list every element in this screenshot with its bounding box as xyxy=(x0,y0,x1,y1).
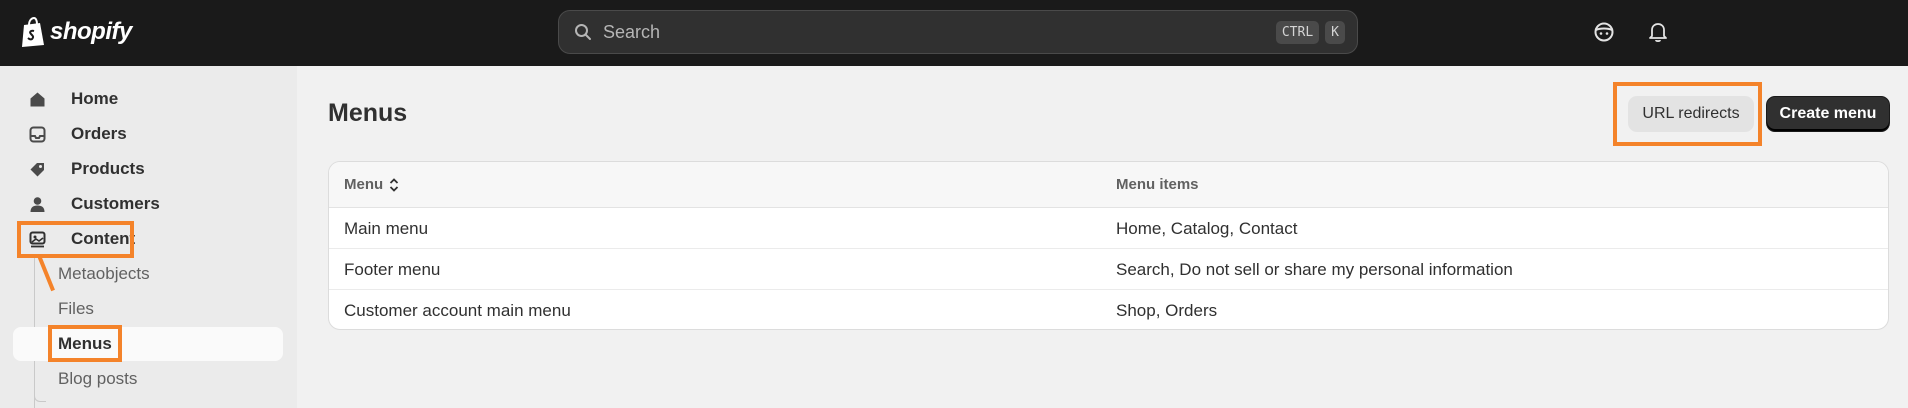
search-input[interactable] xyxy=(603,21,1270,43)
page-title: Menus xyxy=(328,99,408,127)
sidebar: Home Orders Products Customers Content M… xyxy=(0,66,297,408)
bell-icon[interactable] xyxy=(1646,20,1670,44)
menu-items-cell: Search, Do not sell or share my personal… xyxy=(1116,260,1513,279)
sidebar-item-orders[interactable]: Orders xyxy=(13,117,283,151)
menus-table: Menu Menu items Main menu Home, Catalog,… xyxy=(328,161,1889,330)
sidebar-item-customers[interactable]: Customers xyxy=(13,187,283,221)
orders-icon xyxy=(27,124,47,144)
sidebar-subitem-blog-posts[interactable]: Blog posts xyxy=(13,362,283,396)
sidebar-subitem-label: Metaobjects xyxy=(58,264,150,283)
sidebar-item-label: Orders xyxy=(71,124,127,143)
menu-name-cell: Customer account main menu xyxy=(344,301,571,320)
column-header-menu-items: Menu items xyxy=(1116,176,1199,193)
sidebar-subitem-label: Files xyxy=(58,299,94,318)
brand-name: shopify xyxy=(50,18,132,45)
sidebar-item-label: Products xyxy=(71,159,145,178)
tag-icon xyxy=(27,159,47,179)
column-header-label: Menu items xyxy=(1116,176,1199,193)
menu-items-cell: Shop, Orders xyxy=(1116,301,1218,320)
sidebar-item-home[interactable]: Home xyxy=(13,82,283,116)
sidebar-subitem-files[interactable]: Files xyxy=(13,292,283,326)
table-row[interactable]: Customer account main menu Shop, Orders xyxy=(329,290,1888,329)
table-row[interactable]: Main menu Home, Catalog, Contact xyxy=(329,208,1888,249)
person-icon xyxy=(27,194,47,214)
sidebar-item-label: Customers xyxy=(71,194,160,213)
store-assistant-icon[interactable] xyxy=(1592,20,1616,44)
shortcut-k: K xyxy=(1325,20,1345,44)
content-icon xyxy=(27,229,47,249)
sidebar-subitem-menus[interactable]: Menus xyxy=(13,327,283,361)
menu-name-cell: Main menu xyxy=(344,219,429,238)
home-icon xyxy=(27,89,47,109)
shopify-logo[interactable]: shopify xyxy=(20,15,132,49)
sidebar-item-products[interactable]: Products xyxy=(13,152,283,186)
sidebar-subitem-label: Blog posts xyxy=(58,369,138,388)
menu-items-cell: Home, Catalog, Contact xyxy=(1116,219,1298,238)
column-header-menu[interactable]: Menu xyxy=(344,176,399,193)
sidebar-subitem-metaobjects[interactable]: Metaobjects xyxy=(13,257,283,291)
sidebar-item-content[interactable]: Content xyxy=(13,222,283,256)
shortcut-ctrl: CTRL xyxy=(1275,20,1320,44)
search-bar[interactable]: CTRL K xyxy=(558,10,1358,54)
search-icon xyxy=(573,22,593,42)
top-bar: shopify CTRL K xyxy=(0,0,1908,66)
sidebar-item-label: Home xyxy=(71,89,119,108)
table-row[interactable]: Footer menu Search, Do not sell or share… xyxy=(329,249,1888,290)
create-menu-button[interactable]: Create menu xyxy=(1766,96,1890,132)
sort-icon xyxy=(389,177,399,193)
shopify-bag-icon xyxy=(22,17,44,47)
table-header: Menu Menu items xyxy=(329,162,1888,208)
column-header-label: Menu xyxy=(344,176,384,193)
menu-name-cell: Footer menu xyxy=(344,260,441,279)
sidebar-item-label: Content xyxy=(71,229,136,248)
sidebar-subitem-label: Menus xyxy=(58,334,112,353)
url-redirects-button[interactable]: URL redirects xyxy=(1628,96,1754,132)
